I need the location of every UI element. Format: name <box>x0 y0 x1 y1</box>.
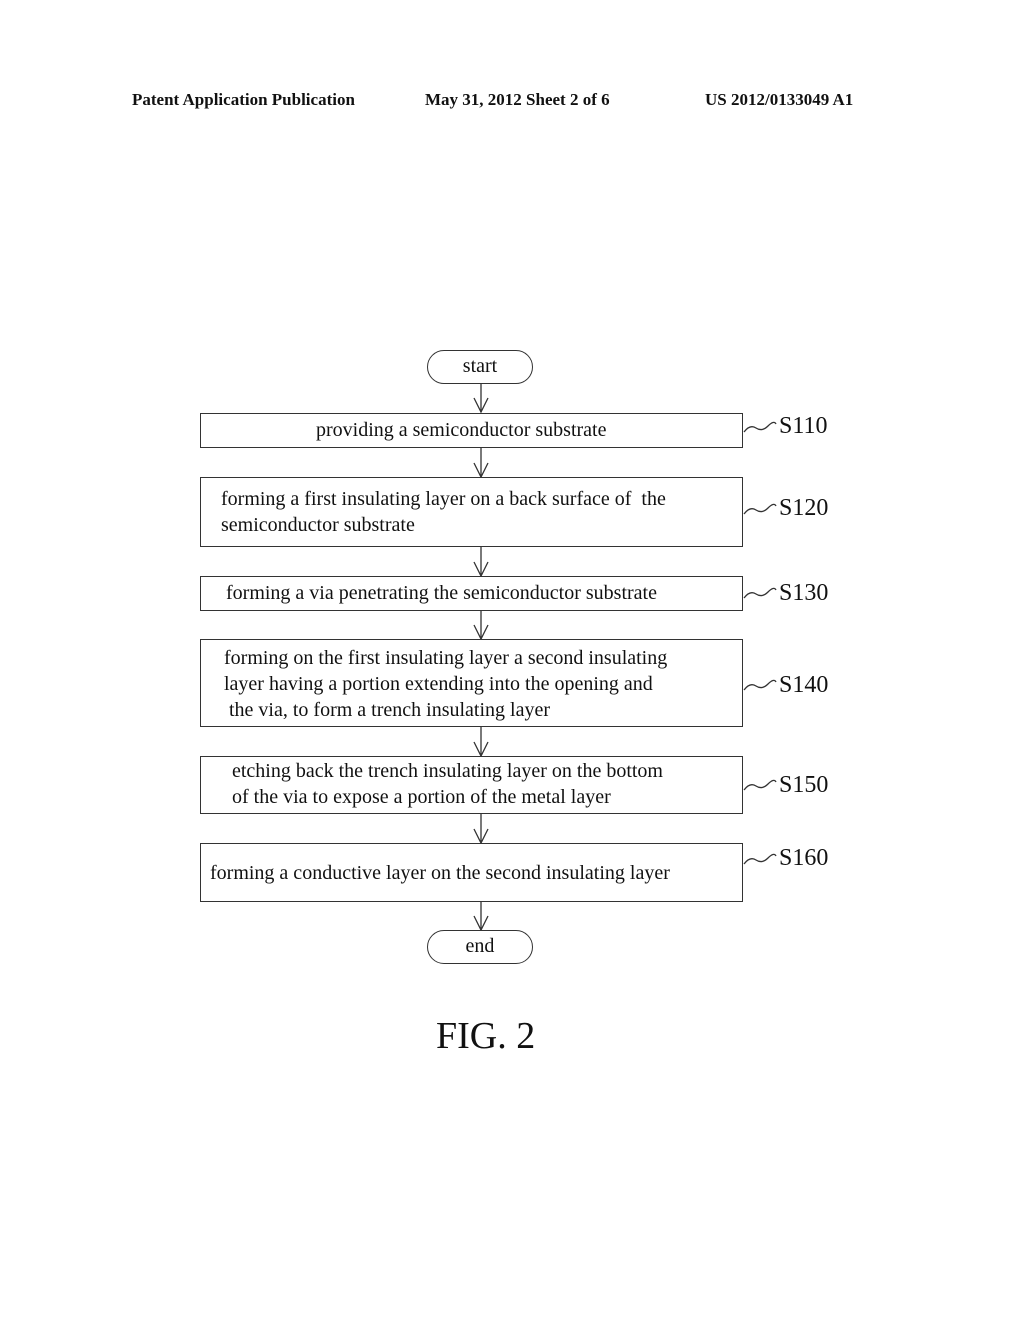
step-box-s160: forming a conductive layer on the second… <box>200 843 743 902</box>
end-terminal: end <box>427 930 533 964</box>
step-text: layer having a portion extending into th… <box>224 673 653 695</box>
arrow-start-to-s110 <box>473 384 489 414</box>
step-box-s130: forming a via penetrating the semiconduc… <box>200 576 743 611</box>
leader-s110 <box>743 421 777 433</box>
leader-s120 <box>743 503 777 515</box>
start-terminal: start <box>427 350 533 384</box>
step-text: the via, to form a trench insulating lay… <box>224 699 551 721</box>
leader-s130 <box>743 587 777 599</box>
step-label-s120: S120 <box>779 495 829 521</box>
start-label: start <box>462 355 498 377</box>
step-text: providing a semiconductor substrate <box>316 419 607 441</box>
step-box-s150: etching back the trench insulating layer… <box>200 756 743 814</box>
figure-caption: FIG. 2 <box>436 1015 536 1057</box>
step-label-s110: S110 <box>779 413 828 439</box>
arrow-s140-to-s150 <box>473 727 489 758</box>
leader-s140 <box>743 679 777 691</box>
arrow-s160-to-end <box>473 902 489 932</box>
step-box-s120: forming a first insulating layer on a ba… <box>200 477 743 547</box>
step-text: of the via to expose a portion of the me… <box>232 786 611 808</box>
arrow-s120-to-s130 <box>473 547 489 578</box>
step-text: semiconductor substrate <box>221 514 415 536</box>
step-box-s140: forming on the first insulating layer a … <box>200 639 743 727</box>
step-label-s150: S150 <box>779 772 829 798</box>
leader-s160 <box>743 853 777 865</box>
end-label: end <box>465 935 495 957</box>
step-label-s140: S140 <box>779 672 829 698</box>
arrow-s110-to-s120 <box>473 448 489 479</box>
arrow-s130-to-s140 <box>473 611 489 641</box>
step-text: forming a conductive layer on the second… <box>210 862 670 884</box>
step-text: etching back the trench insulating layer… <box>232 760 663 782</box>
arrow-s150-to-s160 <box>473 814 489 845</box>
step-text: forming a via penetrating the semiconduc… <box>226 582 657 604</box>
step-text: forming on the first insulating layer a … <box>224 647 668 669</box>
step-label-s130: S130 <box>779 580 829 606</box>
step-box-s110: providing a semiconductor substrate <box>200 413 743 448</box>
leader-s150 <box>743 779 777 791</box>
step-label-s160: S160 <box>779 845 829 871</box>
step-text: forming a first insulating layer on a ba… <box>221 488 666 510</box>
